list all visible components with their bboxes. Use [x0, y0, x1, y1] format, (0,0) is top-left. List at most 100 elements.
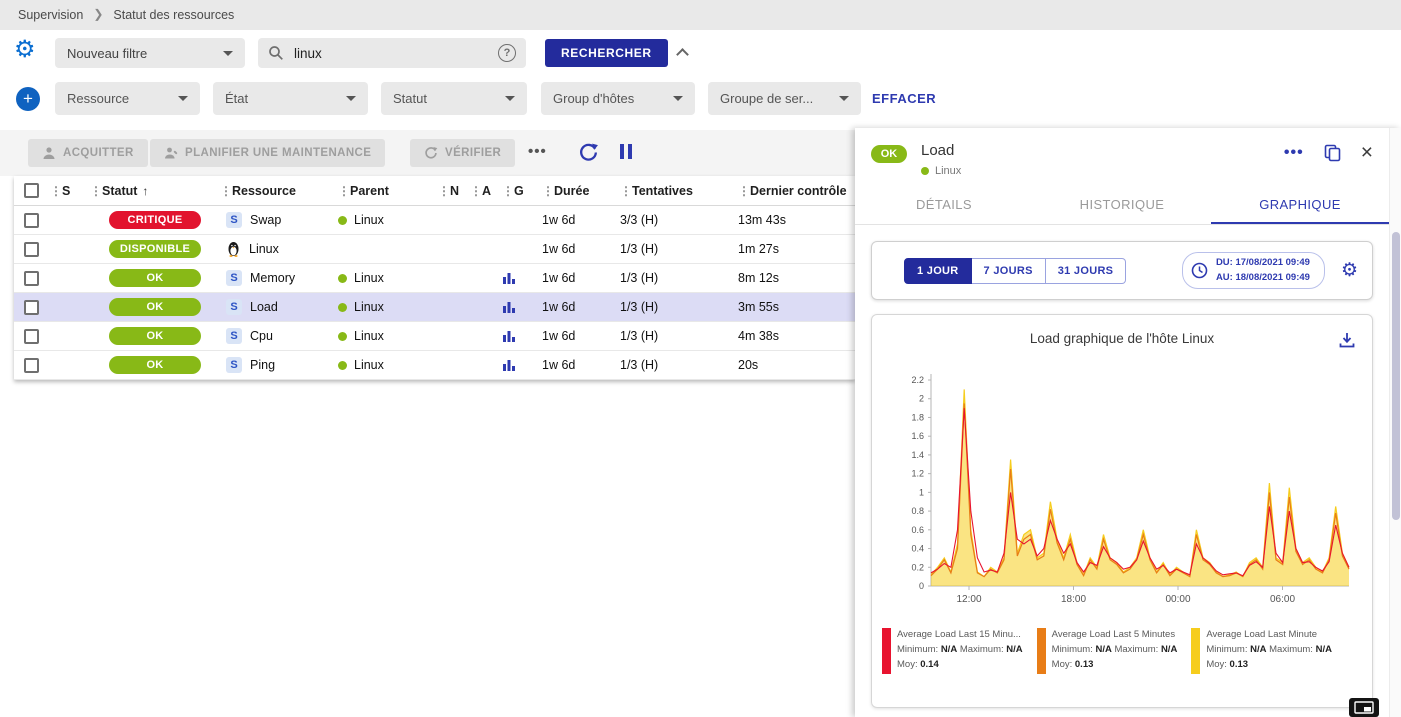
- copy-link-icon[interactable]: [1324, 144, 1341, 162]
- table-row[interactable]: CRITIQUESSwapLinux1w 6d3/3 (H)13m 43s: [14, 206, 855, 235]
- table-row[interactable]: OKSCpuLinux1w 6d1/3 (H)4m 38s: [14, 322, 855, 351]
- search-help-icon[interactable]: ?: [498, 44, 516, 62]
- time-range-picker[interactable]: DU: 17/08/2021 09:49 AU: 18/08/2021 09:4…: [1182, 252, 1325, 289]
- col-tries-header[interactable]: Tentatives: [632, 184, 693, 198]
- tries-cell: 1/3 (H): [620, 300, 738, 314]
- download-icon[interactable]: [1338, 331, 1356, 349]
- panel-more-icon[interactable]: •••: [1284, 144, 1304, 162]
- host-up-dot: [338, 303, 347, 312]
- column-menu-icon[interactable]: ⋮: [542, 184, 552, 198]
- col-severity-header[interactable]: S: [62, 184, 70, 198]
- column-menu-icon[interactable]: ⋮: [470, 184, 480, 198]
- graph-settings-gear-icon[interactable]: ⚙: [1341, 261, 1358, 280]
- table-row[interactable]: OKSPingLinux1w 6d1/3 (H)20s: [14, 351, 855, 380]
- col-parent-header[interactable]: Parent: [350, 184, 389, 198]
- last-check-cell: 3m 55s: [738, 300, 855, 314]
- row-checkbox[interactable]: [24, 271, 39, 286]
- criteria-hostgroup-select[interactable]: Group d'hôtes: [541, 82, 695, 115]
- tab-details[interactable]: DÉTAILS: [855, 185, 1033, 224]
- criteria-state-select[interactable]: État: [213, 82, 368, 115]
- column-menu-icon[interactable]: ⋮: [220, 184, 230, 198]
- check-button[interactable]: VÉRIFIER: [410, 139, 515, 167]
- search-icon: [268, 45, 284, 61]
- graph-icon[interactable]: [502, 300, 516, 314]
- period-button-group: 1 JOUR 7 JOURS 31 JOURS: [904, 258, 1126, 284]
- clear-filters-button[interactable]: EFFACER: [872, 91, 936, 106]
- col-resource-header[interactable]: Ressource: [232, 184, 296, 198]
- column-menu-icon[interactable]: ⋮: [90, 184, 100, 198]
- row-checkbox[interactable]: [24, 329, 39, 344]
- acknowledge-button[interactable]: ACQUITTER: [28, 139, 148, 167]
- graph-icon[interactable]: [502, 329, 516, 343]
- tries-cell: 3/3 (H): [620, 213, 738, 227]
- col-notes-header[interactable]: N: [450, 184, 459, 198]
- panel-title: Load: [921, 142, 961, 159]
- column-menu-icon[interactable]: ⋮: [50, 184, 60, 198]
- column-menu-icon[interactable]: ⋮: [338, 184, 348, 198]
- period-31days-button[interactable]: 31 JOURS: [1046, 258, 1127, 284]
- col-status-header[interactable]: Statut: [102, 184, 137, 198]
- table-row[interactable]: OKSLoadLinux1w 6d1/3 (H)3m 55s: [14, 293, 855, 322]
- column-menu-icon[interactable]: ⋮: [438, 184, 448, 198]
- row-checkbox[interactable]: [24, 242, 39, 257]
- legend-item: Average Load Last 15 Minu...Minimum: N/A…: [882, 628, 1023, 674]
- svg-text:0.4: 0.4: [911, 544, 924, 554]
- search-input[interactable]: [292, 45, 490, 62]
- breadcrumb-supervision[interactable]: Supervision: [18, 8, 83, 22]
- sort-asc-icon[interactable]: ↑: [142, 184, 148, 198]
- column-menu-icon[interactable]: ⋮: [620, 184, 630, 198]
- graph-icon[interactable]: [502, 358, 516, 372]
- duration-cell: 1w 6d: [542, 242, 620, 256]
- last-check-cell: 4m 38s: [738, 329, 855, 343]
- criteria-status-select[interactable]: Statut: [381, 82, 527, 115]
- maintenance-icon: [164, 146, 178, 160]
- panel-status-badge: OK: [871, 145, 907, 163]
- tab-history[interactable]: HISTORIQUE: [1033, 185, 1211, 224]
- search-box[interactable]: ?: [258, 38, 526, 68]
- schedule-maintenance-button[interactable]: PLANIFIER UNE MAINTENANCE: [150, 139, 385, 167]
- period-7days-button[interactable]: 7 JOURS: [972, 258, 1046, 284]
- col-last-check-header[interactable]: Dernier contrôle: [750, 184, 847, 198]
- legend-color-bar: [1191, 628, 1200, 674]
- filter-settings-gear-icon[interactable]: ⚙: [14, 38, 36, 62]
- pause-icon[interactable]: [620, 144, 632, 159]
- criteria-state-label: État: [225, 91, 248, 106]
- column-menu-icon[interactable]: ⋮: [738, 184, 748, 198]
- add-criteria-button[interactable]: +: [16, 87, 40, 111]
- search-button[interactable]: RECHERCHER: [545, 39, 668, 67]
- row-checkbox[interactable]: [24, 358, 39, 373]
- legend-item: Average Load Last MinuteMinimum: N/A Max…: [1191, 628, 1332, 674]
- row-checkbox[interactable]: [24, 213, 39, 228]
- more-actions-icon[interactable]: •••: [528, 143, 547, 160]
- host-up-dot: [338, 332, 347, 341]
- col-action-header[interactable]: A: [482, 184, 491, 198]
- select-all-checkbox[interactable]: [24, 183, 39, 198]
- table-row[interactable]: OKSMemoryLinux1w 6d1/3 (H)8m 12s: [14, 264, 855, 293]
- panel-tabs: DÉTAILS HISTORIQUE GRAPHIQUE: [855, 185, 1389, 225]
- check-label: VÉRIFIER: [445, 147, 501, 159]
- resource-name: Linux: [249, 242, 279, 256]
- tries-cell: 1/3 (H): [620, 329, 738, 343]
- table-row[interactable]: DISPONIBLELinux1w 6d1/3 (H)1m 27s: [14, 235, 855, 264]
- refresh-icon[interactable]: [578, 142, 599, 168]
- tab-graph[interactable]: GRAPHIQUE: [1211, 185, 1389, 224]
- table-body: CRITIQUESSwapLinux1w 6d3/3 (H)13m 43sDIS…: [14, 206, 855, 380]
- column-menu-icon[interactable]: ⋮: [502, 184, 512, 198]
- criteria-resource-select[interactable]: Ressource: [55, 82, 200, 115]
- graph-icon[interactable]: [502, 271, 516, 285]
- collapse-filters-chevron-icon[interactable]: [676, 48, 689, 61]
- row-checkbox[interactable]: [24, 300, 39, 315]
- criteria-servicegroup-select[interactable]: Groupe de ser...: [708, 82, 861, 115]
- panel-scrollbar[interactable]: [1389, 128, 1401, 717]
- scrollbar-thumb[interactable]: [1392, 232, 1400, 520]
- overlay-screen-icon[interactable]: [1349, 698, 1379, 717]
- col-duration-header[interactable]: Durée: [554, 184, 589, 198]
- tries-cell: 1/3 (H): [620, 271, 738, 285]
- col-graph-header[interactable]: G: [514, 184, 524, 198]
- period-1day-button[interactable]: 1 JOUR: [904, 258, 972, 284]
- filter-preset-select[interactable]: Nouveau filtre: [55, 38, 245, 68]
- close-icon[interactable]: ×: [1361, 142, 1373, 163]
- host-up-dot: [338, 274, 347, 283]
- breadcrumb-resource-status[interactable]: Statut des ressources: [113, 8, 234, 22]
- chevron-down-icon: [839, 96, 849, 101]
